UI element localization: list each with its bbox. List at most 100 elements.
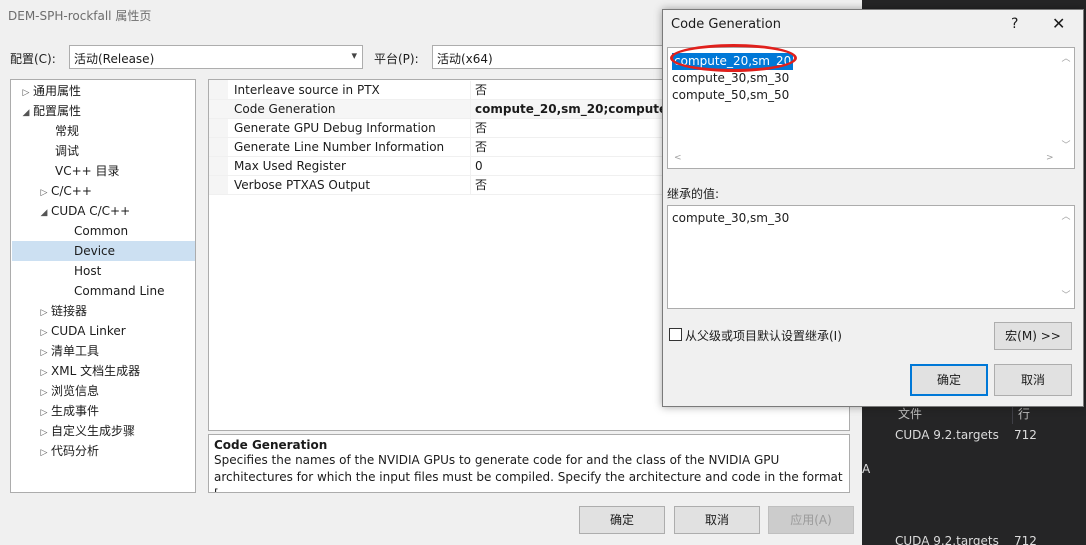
property-value[interactable]: 否: [475, 119, 487, 138]
collapse-icon[interactable]: ◢: [19, 103, 33, 123]
property-name: Max Used Register: [209, 157, 471, 176]
tree-item-common[interactable]: Common: [74, 221, 128, 241]
help-icon[interactable]: ?: [1011, 16, 1018, 32]
tree-item-label: 代码分析: [51, 444, 100, 458]
macros-button[interactable]: 宏(M) >>: [994, 322, 1072, 350]
expand-icon[interactable]: ▷: [37, 183, 51, 203]
apply-button[interactable]: 应用(A): [768, 506, 854, 534]
inherited-values-label: 继承的值:: [667, 187, 720, 201]
tree-item-command-line[interactable]: Command Line: [74, 281, 165, 301]
inherited-value-line: compute_30,sm_30: [672, 211, 790, 225]
tree-item-label: 通用属性: [33, 84, 82, 98]
description-text: Specifies the names of the NVIDIA GPUs t…: [214, 453, 843, 492]
tree-item-cuda-linker[interactable]: ▷ CUDA Linker: [37, 321, 126, 341]
tree-item-code-analysis[interactable]: ▷ 代码分析: [37, 441, 99, 461]
tree-item-cuda-cpp[interactable]: ◢ CUDA C/C++: [37, 201, 131, 223]
collapse-icon[interactable]: ◢: [37, 203, 51, 223]
tree-item-label: CUDA Linker: [51, 324, 126, 338]
tree-item-device[interactable]: Device: [12, 241, 195, 261]
property-name: Verbose PTXAS Output: [209, 176, 471, 195]
tree-item-configuration-properties[interactable]: ◢ 配置属性: [19, 101, 81, 121]
scroll-down-icon[interactable]: ﹀: [1059, 138, 1073, 151]
tree-item-build-events[interactable]: ▷ 生成事件: [37, 401, 99, 421]
tree-item-label: 配置属性: [33, 104, 82, 118]
expand-icon[interactable]: ▷: [37, 363, 51, 383]
tree-item-label: C/C++: [51, 184, 92, 198]
property-value[interactable]: 0: [475, 157, 483, 176]
expand-icon[interactable]: ▷: [37, 423, 51, 443]
expand-icon[interactable]: ▷: [37, 323, 51, 343]
tree-item-manifest-tool[interactable]: ▷ 清单工具: [37, 341, 99, 361]
annotation-ellipse: [670, 44, 797, 72]
tree-item-label: XML 文档生成器: [51, 364, 141, 378]
tree-item-label: Device: [74, 244, 116, 258]
tree-item-host[interactable]: Host: [74, 261, 101, 281]
tree-item-label: CUDA C/C++: [51, 204, 131, 218]
tree-item-custom-build-step[interactable]: ▷ 自定义生成步骤: [37, 421, 135, 441]
configuration-dropdown[interactable]: 活动(Release) ▾: [69, 45, 363, 69]
inherit-checkbox[interactable]: [669, 328, 682, 341]
chevron-down-icon: ▾: [351, 49, 357, 62]
error-row-line[interactable]: 712: [1014, 534, 1037, 545]
tree-item-label: Host: [74, 264, 102, 278]
scroll-down-icon[interactable]: ﹀: [1059, 288, 1073, 301]
description-panel: Code Generation Specifies the names of t…: [208, 434, 850, 493]
property-value[interactable]: 否: [475, 138, 487, 157]
inherited-values-box: compute_30,sm_30 ︿ ﹀: [667, 205, 1075, 309]
close-icon[interactable]: ✕: [1052, 14, 1065, 33]
scroll-left-icon[interactable]: <: [674, 153, 682, 167]
tree-item-label: Command Line: [74, 284, 165, 298]
tree-item-label: 自定义生成步骤: [51, 424, 136, 438]
expand-icon[interactable]: ▷: [37, 303, 51, 323]
property-name: Generate Line Number Information: [209, 138, 471, 157]
expand-icon[interactable]: ▷: [37, 443, 51, 463]
tree-item-xml-doc-generator[interactable]: ▷ XML 文档生成器: [37, 361, 141, 383]
tree-item-debugging[interactable]: 调试: [55, 141, 79, 161]
tree-item-label: 生成事件: [51, 404, 100, 418]
dialog-title: Code Generation: [671, 17, 781, 32]
column-header-file[interactable]: 文件: [898, 405, 922, 422]
tree-item-cpp[interactable]: ▷ C/C++: [37, 181, 92, 201]
configuration-value: 活动(Release): [74, 52, 155, 66]
ok-button[interactable]: 确定: [579, 506, 665, 534]
tree-item-browse-info[interactable]: ▷ 浏览信息: [37, 381, 99, 401]
tree-item-label: Common: [74, 224, 129, 238]
configuration-label: 配置(C):: [10, 52, 56, 66]
property-name: Generate GPU Debug Information: [209, 119, 471, 138]
cancel-button[interactable]: 取消: [674, 506, 760, 534]
property-name: Interleave source in PTX: [209, 81, 471, 100]
tree-item-label: 常规: [55, 124, 80, 138]
error-row-line[interactable]: 712: [1014, 428, 1037, 442]
value-line[interactable]: compute_30,sm_30: [672, 70, 789, 87]
property-value[interactable]: compute_20,sm_20;compute_30: [475, 100, 690, 119]
tree-item-label: VC++ 目录: [55, 164, 120, 178]
property-value[interactable]: 否: [475, 81, 487, 100]
error-row-file[interactable]: CUDA 9.2.targets: [895, 428, 999, 442]
column-header-line[interactable]: 行: [1018, 405, 1030, 422]
tree-item-label: 清单工具: [51, 344, 100, 358]
dialog-cancel-button[interactable]: 取消: [994, 364, 1072, 396]
platform-label: 平台(P):: [374, 52, 419, 66]
tree-item-common-properties[interactable]: ▷ 通用属性: [19, 81, 81, 101]
expand-icon[interactable]: ▷: [37, 383, 51, 403]
scroll-right-icon[interactable]: >: [1046, 153, 1054, 167]
tree-item-label: 链接器: [51, 304, 88, 318]
value-line[interactable]: compute_50,sm_50: [672, 87, 789, 104]
inherit-checkbox-label[interactable]: 从父级或项目默认设置继承(I): [685, 327, 842, 344]
property-value[interactable]: 否: [475, 176, 487, 195]
property-name: Code Generation: [209, 100, 471, 119]
dialog-ok-button[interactable]: 确定: [910, 364, 988, 396]
expand-icon[interactable]: ▷: [37, 403, 51, 423]
tree-item-linker[interactable]: ▷ 链接器: [37, 301, 87, 321]
scroll-up-icon[interactable]: ︿: [1059, 209, 1073, 222]
cut-off-text: A: [862, 462, 871, 476]
expand-icon[interactable]: ▷: [19, 83, 33, 103]
tree-item-general[interactable]: 常规: [55, 121, 79, 141]
description-heading: Code Generation: [214, 438, 328, 452]
tree-item-vc-directories[interactable]: VC++ 目录: [55, 161, 120, 181]
scroll-up-icon[interactable]: ︿: [1059, 51, 1073, 64]
platform-dropdown[interactable]: 活动(x64): [432, 45, 664, 69]
expand-icon[interactable]: ▷: [37, 343, 51, 363]
error-row-file[interactable]: CUDA 9.2.targets: [895, 534, 999, 545]
window-title: DEM-SPH-rockfall 属性页: [8, 9, 152, 23]
